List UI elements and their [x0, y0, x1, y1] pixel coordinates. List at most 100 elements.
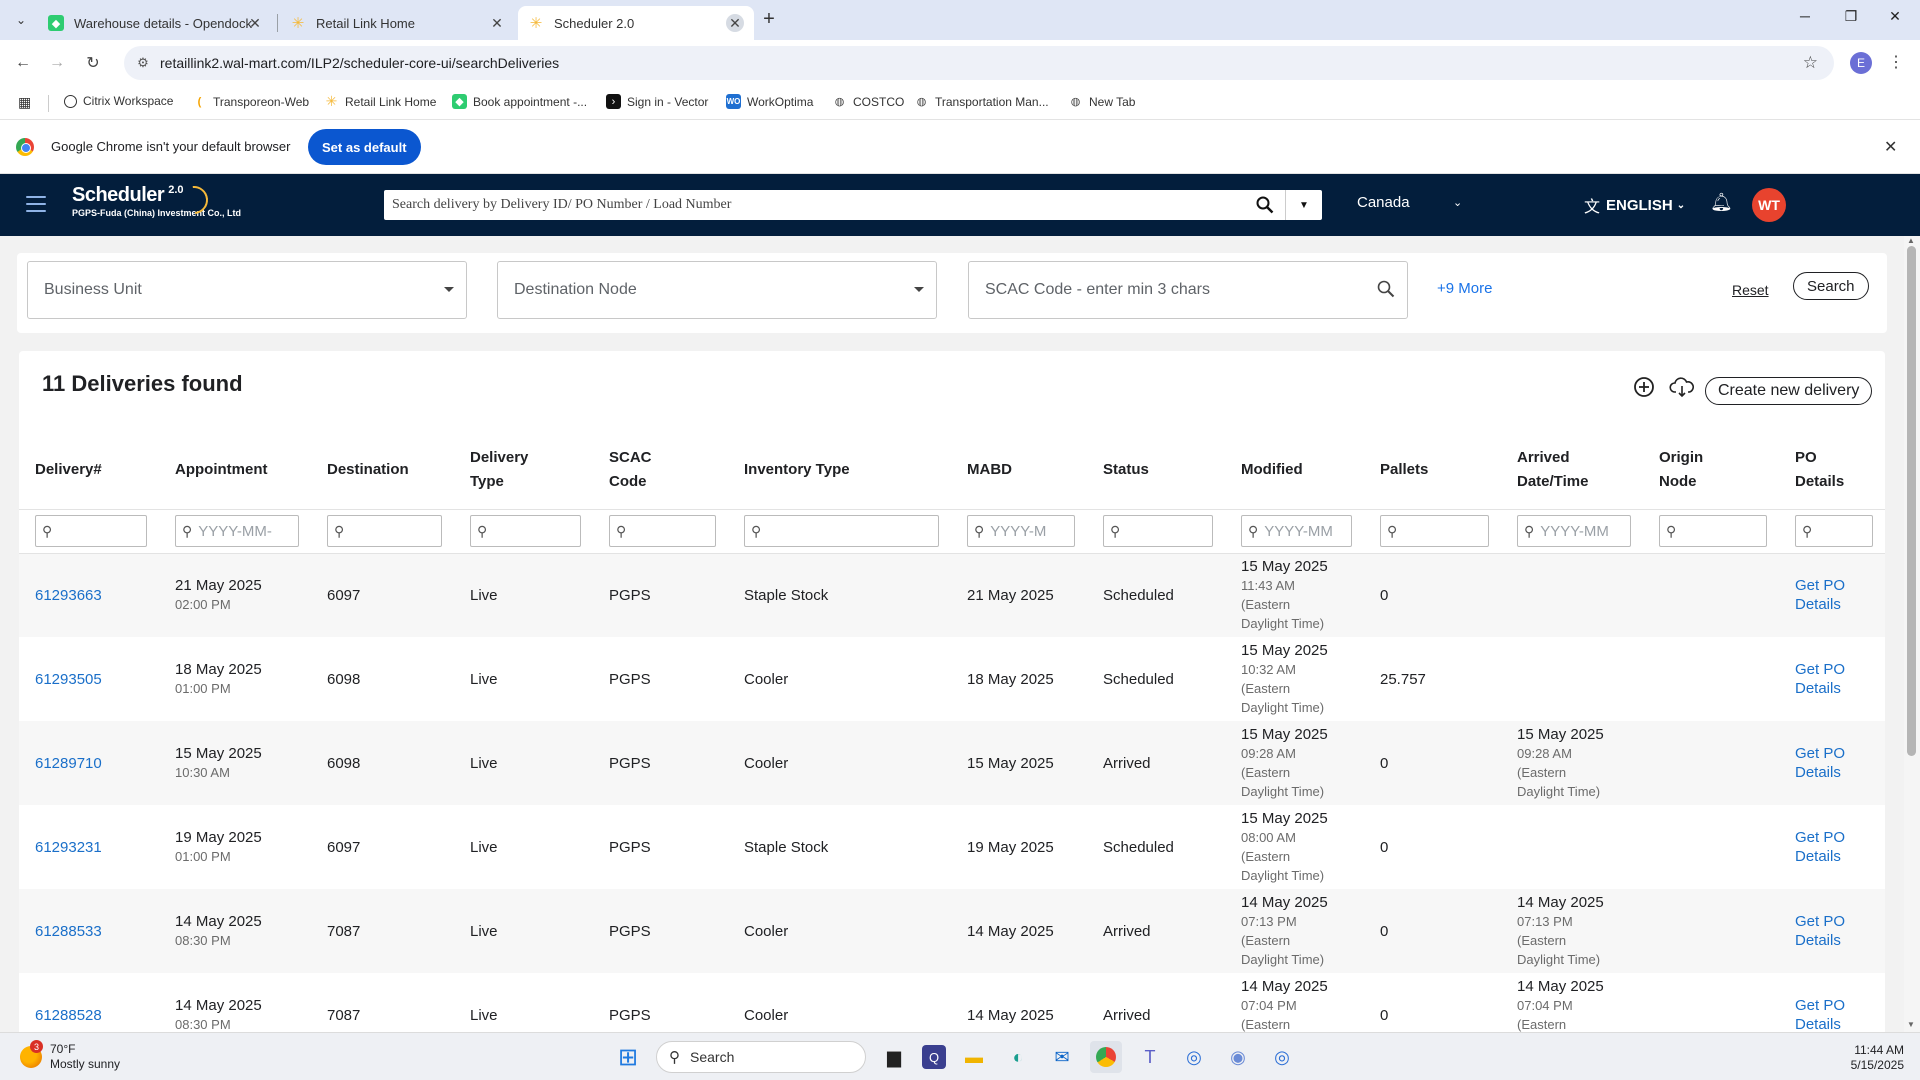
- delivery-id-link[interactable]: 61288528: [35, 1007, 102, 1024]
- user-avatar[interactable]: WT: [1752, 188, 1786, 222]
- notification-bell-icon[interactable]: 🔔︎: [1710, 192, 1733, 213]
- close-window-icon[interactable]: ✕: [1880, 8, 1910, 25]
- tab-search-icon[interactable]: ⌄: [10, 9, 32, 31]
- get-po-details-link[interactable]: Get PO: [1795, 660, 1885, 679]
- taskbar-search[interactable]: ⚲ Search: [656, 1041, 866, 1073]
- restore-icon[interactable]: ❐: [1836, 8, 1866, 25]
- search-icon[interactable]: [1245, 196, 1285, 214]
- app-swirl-icon[interactable]: ◎: [1266, 1041, 1298, 1073]
- get-po-details-link[interactable]: Details: [1795, 931, 1885, 950]
- app-logo[interactable]: Scheduler 2.0 PGPS-Fuda (China) Investmen…: [72, 180, 241, 220]
- column-header[interactable]: PO Details: [1779, 431, 1885, 509]
- column-filter-input[interactable]: ⚲: [1380, 515, 1489, 547]
- get-po-details-link[interactable]: Get PO: [1795, 996, 1885, 1015]
- site-info-icon[interactable]: ⚙: [134, 54, 152, 72]
- column-filter-input[interactable]: ⚲ YYYY-MM: [1241, 515, 1352, 547]
- get-po-details-link[interactable]: Get PO: [1795, 912, 1885, 931]
- hamburger-menu-icon[interactable]: [26, 196, 46, 212]
- profile-avatar[interactable]: E: [1850, 52, 1872, 74]
- column-header[interactable]: Destination: [311, 431, 454, 509]
- bookmark-transporeon[interactable]: (Transporeon-Web: [192, 94, 309, 109]
- new-tab-button[interactable]: +: [758, 8, 780, 30]
- delivery-search-input[interactable]: Search delivery by Delivery ID/ PO Numbe…: [384, 197, 1245, 213]
- get-po-details-link[interactable]: Details: [1795, 847, 1885, 866]
- column-filter-input[interactable]: ⚲: [744, 515, 939, 547]
- get-po-details-link[interactable]: Get PO: [1795, 576, 1885, 595]
- column-header[interactable]: Arrived Date/Time: [1501, 431, 1643, 509]
- search-type-dropdown[interactable]: ▼: [1286, 200, 1322, 211]
- task-view-icon[interactable]: ▆: [878, 1041, 910, 1073]
- close-tab-icon[interactable]: ✕: [726, 14, 744, 32]
- column-header[interactable]: Modified: [1225, 431, 1364, 509]
- column-filter-input[interactable]: ⚲: [1659, 515, 1767, 547]
- close-tab-icon[interactable]: ✕: [488, 14, 506, 32]
- scroll-down-icon[interactable]: ▼: [1907, 1020, 1915, 1029]
- table-row[interactable]: 61293231 19 May 2025 01:00 PM 6097 Live PGPS S…: [19, 805, 1885, 889]
- forward-icon[interactable]: →: [44, 50, 70, 76]
- get-po-details-link[interactable]: Get PO: [1795, 828, 1885, 847]
- column-filter-input[interactable]: ⚲: [1795, 515, 1873, 547]
- bookmark-vector[interactable]: › Sign in - Vector: [606, 94, 708, 109]
- column-header[interactable]: Delivery#: [19, 431, 159, 509]
- delivery-search[interactable]: Search delivery by Delivery ID/ PO Numbe…: [384, 190, 1322, 220]
- scrollbar-thumb[interactable]: [1907, 246, 1916, 756]
- column-header[interactable]: Inventory Type: [728, 431, 951, 509]
- delivery-id-link[interactable]: 61293505: [35, 671, 102, 688]
- column-header[interactable]: Delivery Type: [454, 431, 593, 509]
- more-filters-link[interactable]: +9 More: [1437, 280, 1492, 297]
- weather-widget[interactable]: 3 70°F Mostly sunny: [20, 1040, 120, 1072]
- bookmark-transportation[interactable]: ◍ Transportation Man...: [914, 94, 1049, 109]
- page-scrollbar[interactable]: ▲ ▼: [1904, 236, 1920, 1032]
- country-select[interactable]: Canada ⌄: [1357, 194, 1462, 211]
- column-filter-input[interactable]: ⚲: [1103, 515, 1213, 547]
- delivery-id-link[interactable]: 61288533: [35, 923, 102, 940]
- column-header[interactable]: Pallets: [1364, 431, 1501, 509]
- get-po-details-link[interactable]: Details: [1795, 1015, 1885, 1032]
- search-icon[interactable]: [1377, 280, 1395, 303]
- minimize-icon[interactable]: ─: [1790, 8, 1820, 24]
- column-filter-input[interactable]: ⚲: [470, 515, 581, 547]
- table-row[interactable]: 61289710 15 May 2025 10:30 AM 6098 Live PGPS C…: [19, 721, 1885, 805]
- app-q-icon[interactable]: Q: [922, 1045, 946, 1069]
- delivery-id-link[interactable]: 61293231: [35, 839, 102, 856]
- reset-link[interactable]: Reset: [1732, 282, 1769, 298]
- get-po-details-link[interactable]: Get PO: [1795, 744, 1885, 763]
- back-icon[interactable]: ←: [10, 50, 36, 76]
- scroll-up-icon[interactable]: ▲: [1907, 236, 1915, 245]
- chrome-taskbar-icon[interactable]: [1090, 1041, 1122, 1073]
- column-header[interactable]: MABD: [951, 431, 1087, 509]
- table-row[interactable]: 61288528 14 May 2025 08:30 PM 7087 Live PGPS C…: [19, 973, 1885, 1032]
- create-new-delivery-button[interactable]: Create new delivery: [1705, 377, 1873, 405]
- column-filter-input[interactable]: ⚲: [327, 515, 442, 547]
- app-swirl-icon[interactable]: ◎: [1178, 1041, 1210, 1073]
- column-header[interactable]: Status: [1087, 431, 1225, 509]
- column-filter-input[interactable]: ⚲ YYYY-M: [967, 515, 1075, 547]
- table-row[interactable]: 61288533 14 May 2025 08:30 PM 7087 Live PGPS C…: [19, 889, 1885, 973]
- column-filter-input[interactable]: ⚲: [609, 515, 716, 547]
- column-filter-input[interactable]: ⚲ YYYY-MM: [1517, 515, 1631, 547]
- bookmark-book-appointment[interactable]: ◆ Book appointment -...: [452, 94, 587, 109]
- cloud-download-icon[interactable]: [1669, 376, 1695, 404]
- bookmark-workoptima[interactable]: WO WorkOptima: [726, 94, 813, 109]
- menu-kebab-icon[interactable]: ⋮: [1888, 52, 1904, 72]
- apps-grid-icon[interactable]: ▦: [18, 94, 31, 111]
- destination-node-select[interactable]: Destination Node: [497, 261, 937, 319]
- get-po-details-link[interactable]: Details: [1795, 679, 1885, 698]
- column-filter-input[interactable]: ⚲: [35, 515, 147, 547]
- column-header[interactable]: SCAC Code: [593, 431, 728, 509]
- address-bar[interactable]: ⚙ retaillink2.wal-mart.com/ILP2/schedule…: [124, 46, 1834, 80]
- table-row[interactable]: 61293663 21 May 2025 02:00 PM 6097 Live PGPS S…: [19, 553, 1885, 637]
- get-po-details-link[interactable]: Details: [1795, 763, 1885, 782]
- delivery-id-link[interactable]: 61289710: [35, 755, 102, 772]
- language-select[interactable]: 文 ENGLISH ⌄: [1584, 193, 1685, 217]
- table-row[interactable]: 61293505 18 May 2025 01:00 PM 6098 Live PGPS C…: [19, 637, 1885, 721]
- edge-icon[interactable]: ◐: [1002, 1041, 1034, 1073]
- bookmark-costco[interactable]: ◍ COSTCO: [832, 94, 905, 109]
- teams-icon[interactable]: T: [1134, 1041, 1166, 1073]
- business-unit-select[interactable]: Business Unit: [27, 261, 467, 319]
- close-tab-icon[interactable]: ✕: [246, 14, 264, 32]
- scac-code-input[interactable]: SCAC Code - enter min 3 chars: [968, 261, 1408, 319]
- bookmark-citrix[interactable]: Citrix Workspace: [64, 94, 173, 108]
- column-header[interactable]: Origin Node: [1643, 431, 1779, 509]
- bookmark-new-tab[interactable]: ◍ New Tab: [1068, 94, 1136, 109]
